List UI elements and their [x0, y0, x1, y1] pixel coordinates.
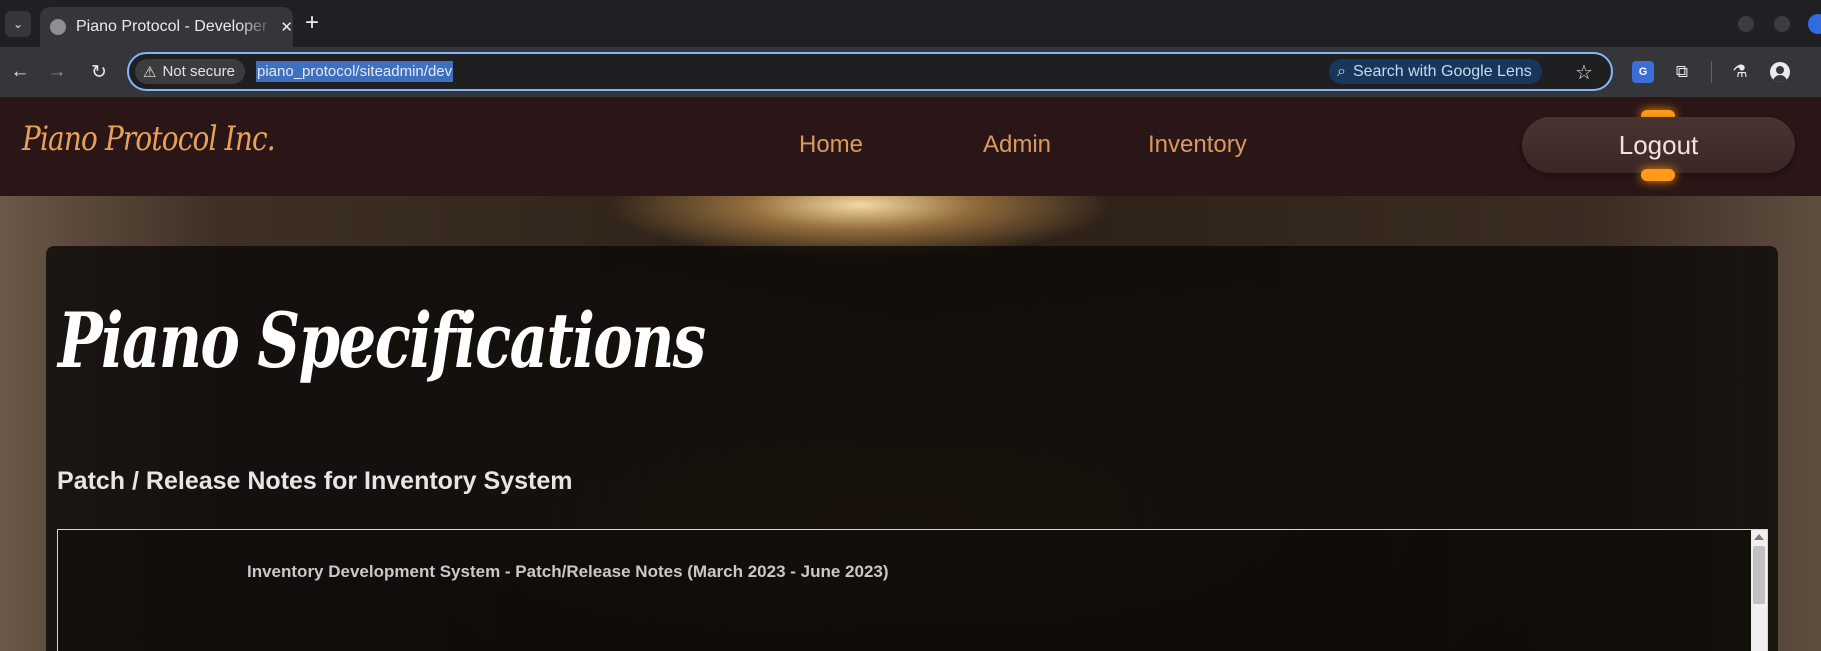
toolbar-divider — [1711, 61, 1712, 83]
reload-icon[interactable]: ↻ — [86, 59, 112, 85]
scrollbar-thumb[interactable] — [1753, 546, 1765, 604]
security-label: Not secure — [162, 63, 235, 80]
scroll-up-arrow-icon[interactable] — [1754, 534, 1764, 540]
window-close-button[interactable] — [1808, 14, 1821, 34]
extensions-puzzle-icon[interactable]: ⧉ — [1671, 61, 1693, 83]
google-lens-button[interactable]: ⌕ Search with Google Lens — [1329, 59, 1542, 84]
release-notes-frame[interactable]: Inventory Development System - Patch/Rel… — [57, 529, 1768, 651]
page-title: Piano Specifications — [58, 296, 706, 385]
nav-inventory-link[interactable]: Inventory — [1148, 131, 1247, 159]
forward-arrow-icon[interactable]: → — [44, 59, 70, 85]
logout-glow-bottom — [1641, 169, 1675, 181]
globe-icon — [50, 19, 66, 35]
address-bar[interactable]: ⚠ Not secure piano_protocol/siteadmin/de… — [127, 52, 1613, 91]
release-notes-heading: Inventory Development System - Patch/Rel… — [247, 562, 889, 581]
lens-label: Search with Google Lens — [1352, 62, 1532, 80]
logout-button[interactable]: Logout — [1522, 117, 1795, 173]
browser-toolbar: ← → ↻ ⚠ Not secure piano_protocol/sitead… — [0, 47, 1821, 97]
tab-search-chevron-icon[interactable]: ⌄ — [5, 11, 31, 37]
security-indicator[interactable]: ⚠ Not secure — [135, 59, 245, 84]
back-arrow-icon[interactable]: ← — [7, 59, 33, 85]
page-viewport: Piano Protocol Inc. Home Admin Inventory… — [0, 97, 1821, 651]
nav-home-link[interactable]: Home — [799, 131, 863, 159]
window-minimize-button[interactable] — [1738, 16, 1754, 32]
browser-tab-strip: ⌄ Piano Protocol - Developer ✕ + — [0, 0, 1821, 47]
section-subtitle: Patch / Release Notes for Inventory Syst… — [57, 467, 573, 495]
window-maximize-button[interactable] — [1774, 16, 1790, 32]
content-card: Piano Specifications Patch / Release Not… — [46, 246, 1778, 651]
browser-tab-active[interactable]: Piano Protocol - Developer ✕ — [40, 7, 293, 47]
tab-close-icon[interactable]: ✕ — [280, 18, 293, 36]
bookmark-star-icon[interactable]: ☆ — [1575, 60, 1593, 85]
nav-admin-link[interactable]: Admin — [983, 131, 1051, 159]
translate-icon[interactable]: G — [1632, 61, 1654, 83]
site-header: Piano Protocol Inc. Home Admin Inventory… — [0, 97, 1821, 196]
search-icon: ⌕ — [1337, 62, 1346, 80]
warning-triangle-icon: ⚠ — [143, 63, 157, 81]
url-text[interactable]: piano_protocol/siteadmin/dev — [256, 61, 454, 82]
labs-flask-icon[interactable]: ⚗ — [1729, 61, 1751, 83]
new-tab-plus-icon[interactable]: + — [305, 10, 319, 36]
tab-title: Piano Protocol - Developer — [76, 18, 268, 35]
site-logo[interactable]: Piano Protocol Inc. — [22, 119, 276, 159]
profile-icon[interactable] — [1769, 61, 1791, 83]
release-notes-scrollbar[interactable] — [1751, 530, 1767, 651]
